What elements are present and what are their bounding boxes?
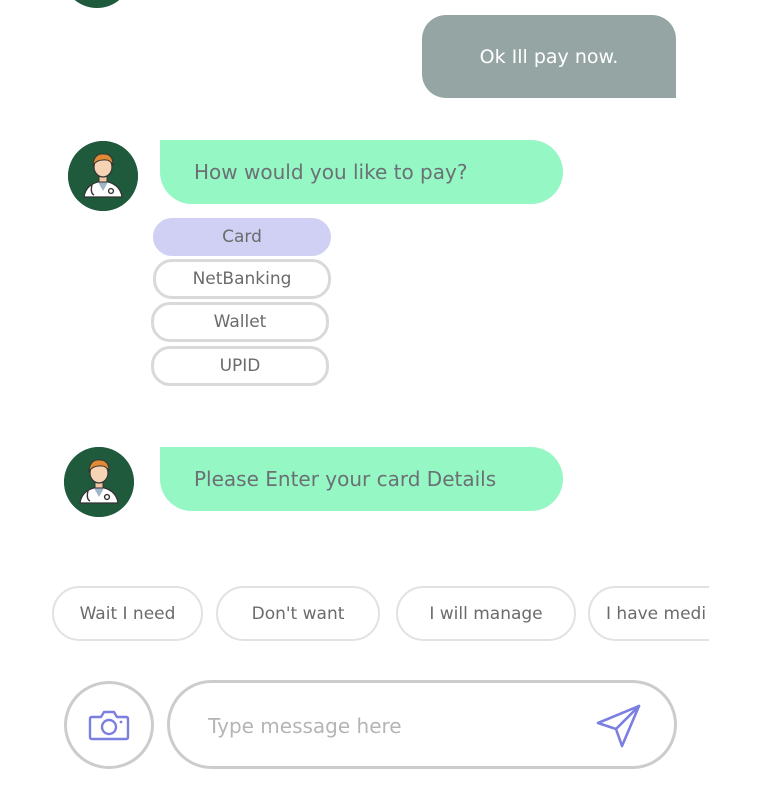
- send-button[interactable]: [592, 701, 646, 751]
- bot-message-text: Please Enter your card Details: [194, 467, 497, 491]
- quick-reply-label: I will manage: [429, 603, 543, 624]
- quick-reply-bar[interactable]: Wait I need Don't want I will manage I h…: [52, 586, 709, 642]
- doctor-icon: [64, 447, 134, 517]
- message-composer: [167, 680, 677, 769]
- bot-message-bubble: Please Enter your card Details: [160, 447, 563, 511]
- doctor-avatar: [64, 447, 134, 517]
- doctor-avatar: [68, 141, 138, 211]
- camera-icon: [88, 710, 130, 741]
- payment-option-upid[interactable]: UPID: [151, 346, 329, 386]
- user-message-bubble: Ok Ill pay now.: [422, 15, 676, 98]
- avatar: [62, 0, 132, 8]
- payment-option-label: Card: [222, 227, 262, 247]
- bot-message-text: How would you like to pay?: [194, 160, 468, 184]
- quick-reply-chip[interactable]: I will manage: [396, 586, 576, 641]
- quick-reply-label: Don't want: [251, 603, 345, 624]
- payment-option-label: NetBanking: [192, 269, 292, 289]
- payment-option-wallet[interactable]: Wallet: [151, 302, 329, 342]
- quick-reply-chip[interactable]: Don't want: [216, 586, 380, 641]
- quick-reply-chip[interactable]: Wait I need: [52, 586, 203, 641]
- quick-reply-chip[interactable]: I have medi: [588, 586, 709, 641]
- doctor-icon: [68, 141, 138, 211]
- payment-option-label: Wallet: [213, 312, 267, 332]
- payment-option-label: UPID: [219, 356, 261, 376]
- camera-button[interactable]: [64, 681, 154, 769]
- message-input[interactable]: [206, 705, 580, 747]
- payment-option-card[interactable]: Card: [153, 218, 331, 256]
- payment-option-netbanking[interactable]: NetBanking: [153, 259, 331, 299]
- send-icon: [596, 704, 641, 748]
- user-message-text: Ok Ill pay now.: [479, 45, 619, 68]
- quick-reply-label: I have medi: [606, 603, 707, 624]
- bot-message-bubble: How would you like to pay?: [160, 140, 563, 204]
- quick-reply-label: Wait I need: [79, 603, 176, 624]
